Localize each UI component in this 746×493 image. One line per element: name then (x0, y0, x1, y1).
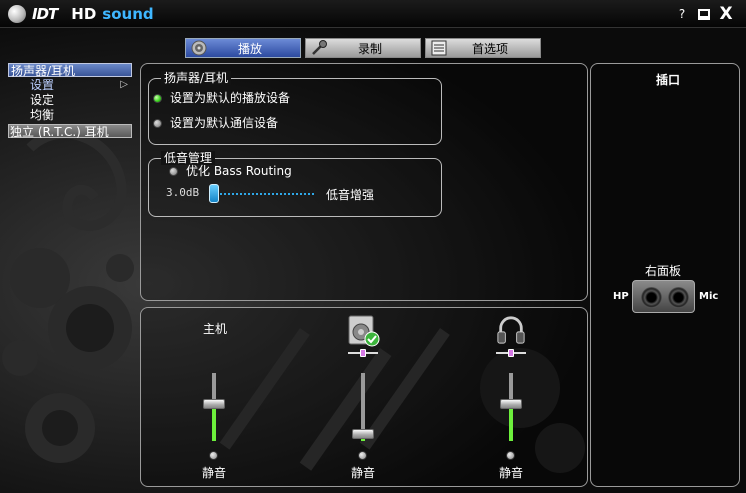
logo-sound: sound (102, 5, 154, 23)
balance-slider-thumb[interactable] (360, 349, 366, 357)
title-bar: IDT HD sound ? X (0, 0, 746, 28)
sidebar-item-rtc-headphones[interactable]: 独立 (R.T.C.) 耳机 (8, 124, 132, 139)
volume-fader-thumb[interactable] (500, 398, 522, 409)
default-communication-radio[interactable]: 设置为默认通信设备 (153, 116, 278, 130)
sidebar-item-settings[interactable]: 设定 (8, 93, 132, 107)
volume-fader-thumb[interactable] (203, 398, 225, 409)
bass-routing-label: 优化 Bass Routing (186, 164, 292, 178)
sidebar-item-speakers-headphones[interactable]: 扬声器/耳机 (8, 63, 132, 78)
help-button[interactable]: ? (676, 6, 688, 22)
idt-logo-icon (8, 5, 26, 23)
list-icon (431, 40, 447, 56)
hp-label: HP (613, 291, 629, 302)
tab-playback[interactable]: 播放 (185, 38, 301, 58)
bass-boost-value: 3.0dB (166, 186, 200, 199)
balance-slider-thumb[interactable] (508, 349, 514, 357)
idt-hd-sound-window: IDT HD sound ? X 播放 录制 首选项 扬声器/耳机 设置 ▷ 设… (0, 0, 746, 493)
volume-level-fill (212, 403, 216, 441)
headphone-jack-icon[interactable] (641, 287, 662, 308)
group-legend: 低音管理 (161, 151, 216, 165)
headphone-icon[interactable] (496, 315, 526, 345)
mute-toggle[interactable] (358, 451, 367, 460)
speaker-default-icon[interactable] (348, 315, 380, 347)
tab-preferences[interactable]: 首选项 (425, 38, 541, 58)
microphone-icon (312, 40, 327, 55)
mic-jack-icon[interactable] (668, 287, 689, 308)
mute-toggle[interactable] (506, 451, 515, 460)
volume-level-fill (509, 403, 513, 441)
mute-label: 静音 (498, 466, 523, 480)
sidebar-item-equalizer[interactable]: 均衡 (8, 108, 132, 122)
mute-label: 静音 (350, 466, 375, 480)
bass-routing-option[interactable]: 优化 Bass Routing (169, 164, 292, 178)
jacks-title: 插口 (655, 73, 680, 87)
radio-label: 设置为默认通信设备 (170, 116, 279, 130)
radio-on-icon (153, 93, 162, 103)
right-panel-label: 右面板 (645, 264, 682, 278)
channel-name: 主机 (202, 322, 227, 336)
sidebar-item-label: 设置 (30, 78, 55, 92)
group-legend: 扬声器/耳机 (161, 71, 232, 85)
sidebar: 扬声器/耳机 设置 ▷ 设定 均衡 独立 (R.T.C.) 耳机 (8, 63, 132, 139)
mute-toggle[interactable] (209, 451, 218, 460)
bass-boost-slider-thumb[interactable] (209, 184, 219, 203)
sidebar-item-setup[interactable]: 设置 ▷ (8, 78, 132, 92)
selected-arrow-icon: ▷ (120, 79, 128, 90)
close-button[interactable]: X (718, 4, 734, 24)
main-tabs: 播放 录制 首选项 (185, 38, 541, 58)
idt-logo: IDT HD sound (8, 4, 154, 24)
volume-fader-thumb[interactable] (352, 429, 374, 440)
minimize-icon (698, 8, 710, 20)
radio-off-icon (153, 118, 162, 128)
radio-label: 设置为默认的播放设备 (170, 91, 291, 105)
logo-hd: HD (71, 5, 97, 23)
speaker-icon (191, 40, 207, 56)
default-playback-radio[interactable]: 设置为默认的播放设备 (153, 91, 290, 105)
bass-boost-label: 低音增强 (326, 188, 375, 202)
bass-boost-slider-track[interactable] (212, 193, 314, 195)
tab-recording[interactable]: 录制 (305, 38, 421, 58)
mic-label: Mic (699, 291, 719, 302)
logo-brand: IDT (32, 5, 58, 23)
mute-label: 静音 (201, 466, 226, 480)
radio-off-icon (169, 166, 178, 176)
jack-panel (632, 280, 695, 313)
speaker-default-group: 扬声器/耳机 (148, 71, 442, 145)
minimize-button[interactable] (697, 6, 711, 22)
